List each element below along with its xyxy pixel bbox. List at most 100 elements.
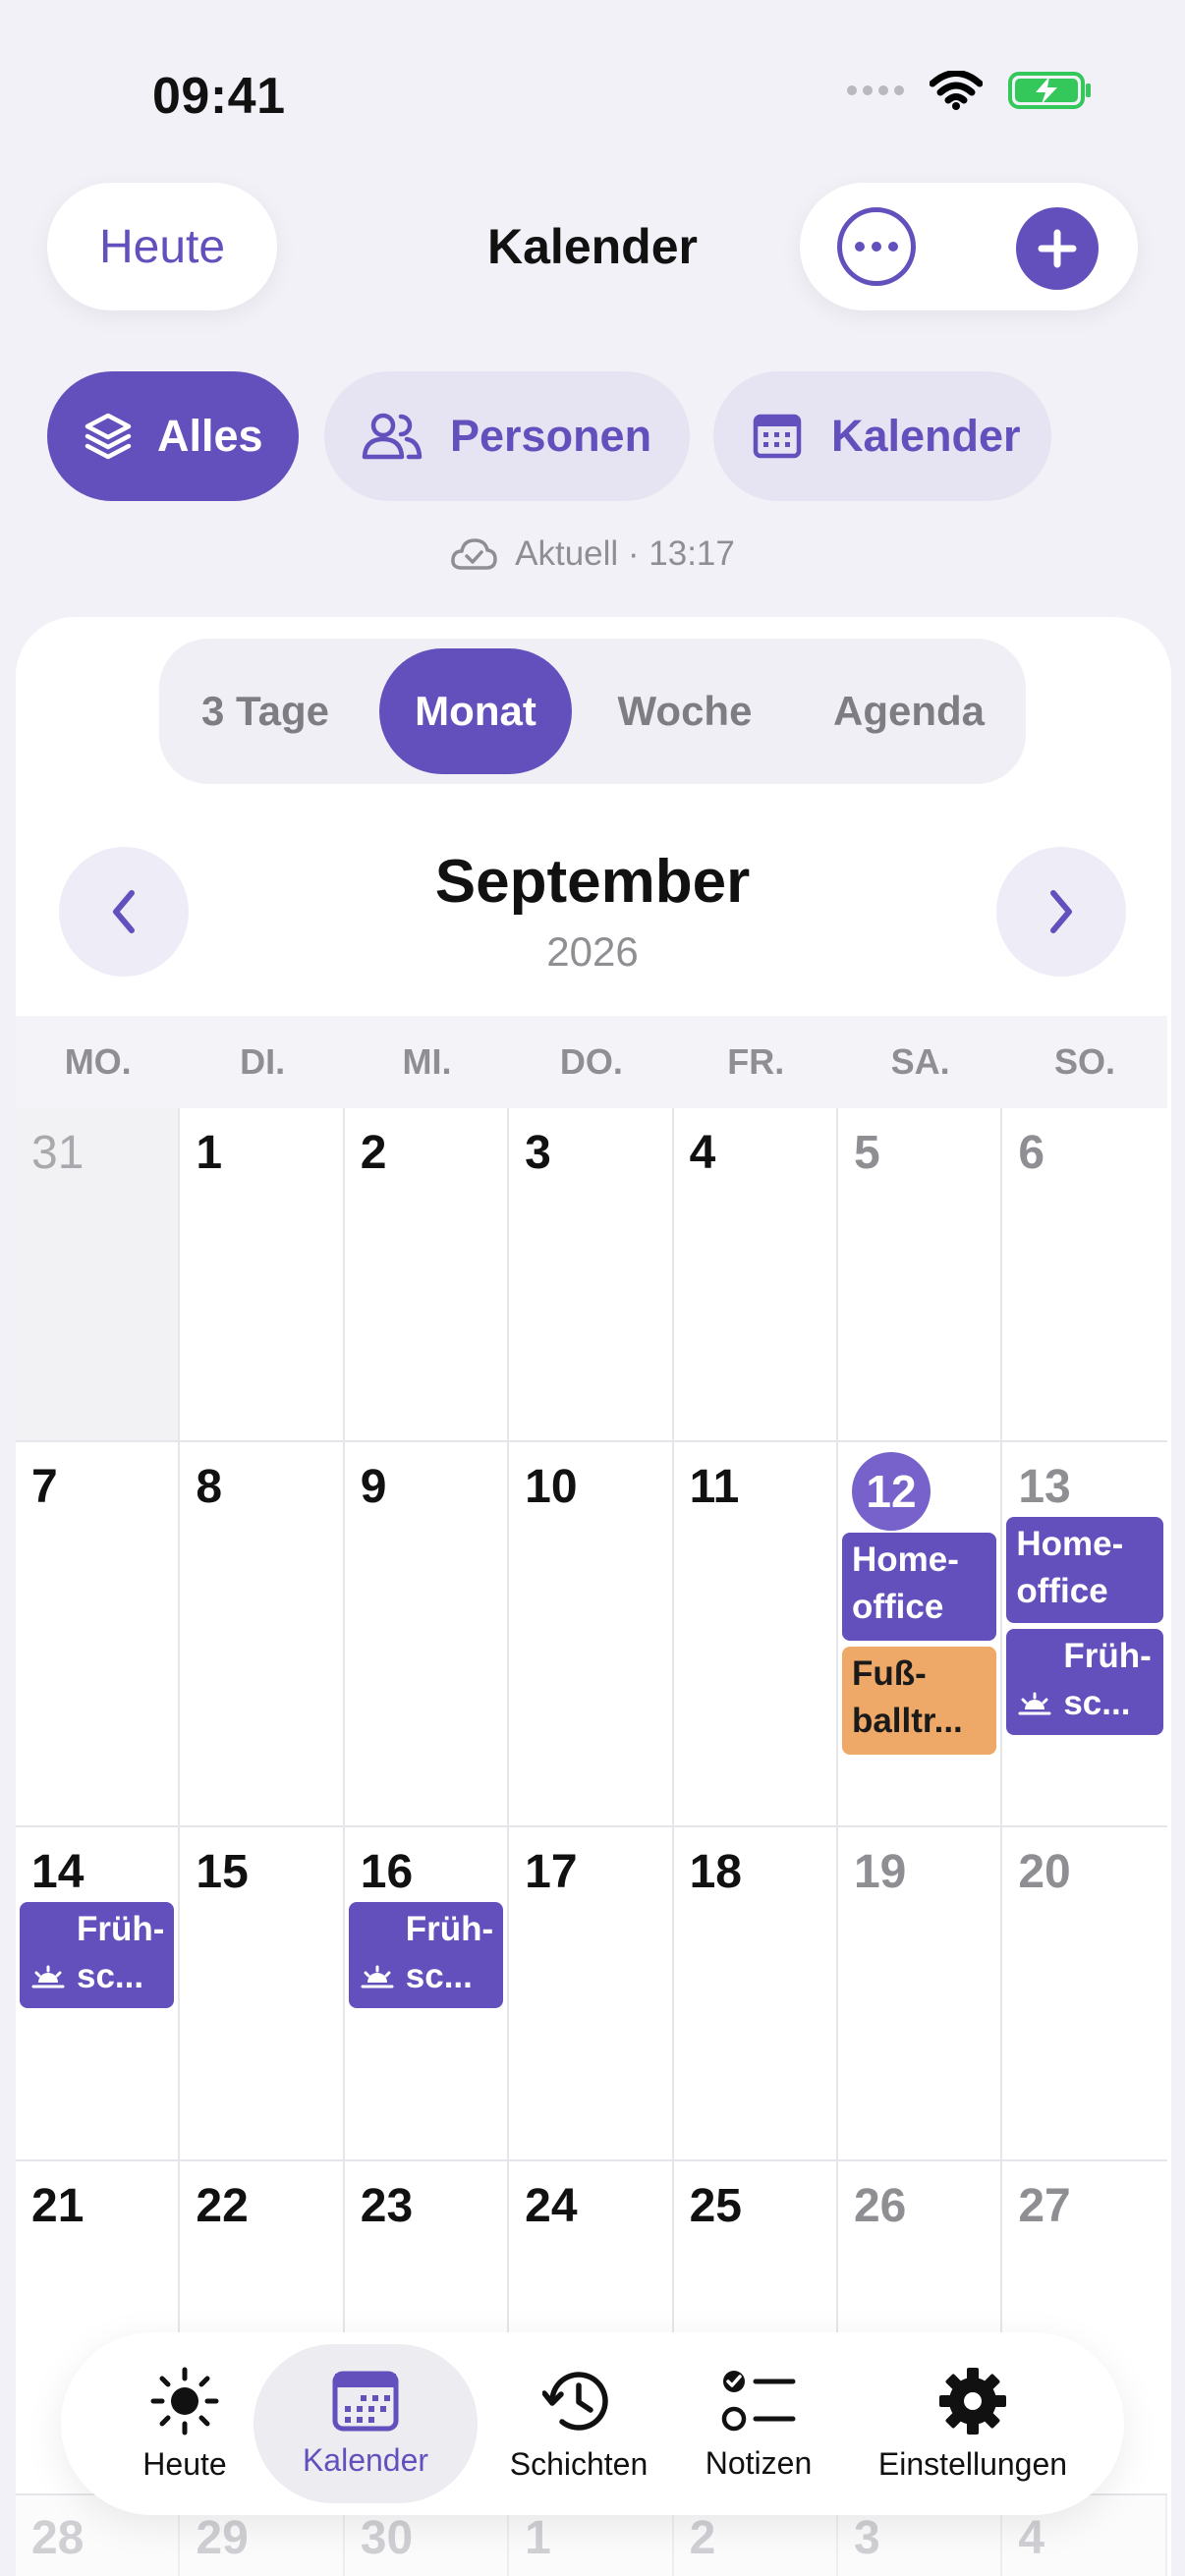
day-cell[interactable]: 13 Home- office Früh- sc...: [1002, 1442, 1167, 1825]
day-number: 4: [689, 1127, 716, 1179]
day-number: 22: [196, 2180, 249, 2232]
cloud-check-icon: [451, 538, 497, 570]
day-cell[interactable]: 8: [180, 1442, 345, 1825]
event-homeoffice[interactable]: Home- office: [1006, 1517, 1163, 1623]
sunrise-icon: [31, 1965, 65, 1988]
tab-notizen[interactable]: Notizen: [680, 2344, 837, 2503]
tab-bar: Heute Kalender Schichten Notizen Einstel…: [61, 2332, 1124, 2515]
day-cell[interactable]: 4: [673, 1108, 838, 1440]
day-number: 13: [1018, 1461, 1071, 1513]
tab-label: Kalender: [302, 2441, 429, 2478]
day-cell[interactable]: 5: [837, 1108, 1003, 1440]
sunrise-icon: [1018, 1692, 1051, 1715]
day-number: 18: [689, 1846, 742, 1898]
more-options-button[interactable]: [837, 207, 916, 286]
weekday-label: DI.: [240, 1041, 286, 1082]
day-number: 19: [853, 1846, 907, 1898]
day-number: 16: [360, 1846, 414, 1898]
view-mode-woche[interactable]: Woche: [580, 648, 790, 774]
checklist-icon: [721, 2370, 796, 2431]
day-cell[interactable]: 10: [509, 1442, 674, 1825]
day-number: 26: [853, 2180, 907, 2232]
day-number: 31: [31, 1127, 85, 1179]
tab-heute[interactable]: Heute: [116, 2344, 254, 2503]
chevron-right-icon: [1050, 890, 1072, 933]
day-number: 1: [196, 1127, 223, 1179]
day-number: 27: [1018, 2180, 1071, 2232]
day-cell[interactable]: 1: [180, 1108, 345, 1440]
week-row: 7 8 9 10 11 12 Home- office Fuß- balltr.…: [16, 1442, 1167, 1827]
header-actions: [800, 183, 1138, 310]
day-cell[interactable]: 9: [344, 1442, 510, 1825]
next-month-button[interactable]: [996, 847, 1126, 977]
today-day-number: 12: [851, 1452, 931, 1531]
event-homeoffice[interactable]: Home- office: [841, 1533, 997, 1641]
tab-label: Schichten: [509, 2445, 649, 2482]
day-number: 10: [525, 1461, 578, 1513]
filter-kalender[interactable]: Kalender: [713, 371, 1051, 501]
status-icons: [847, 71, 1093, 110]
event-title: Home- office: [851, 1540, 959, 1626]
day-number: 5: [853, 1127, 880, 1179]
calendar-icon: [753, 414, 802, 459]
day-number: 11: [689, 1461, 740, 1513]
day-cell[interactable]: 15: [180, 1827, 345, 2159]
day-cell[interactable]: 20: [1002, 1827, 1167, 2159]
event-fussball[interactable]: Fuß- balltr...: [841, 1647, 997, 1755]
filter-label: Personen: [450, 411, 652, 461]
calendar-icon: [332, 2371, 399, 2431]
event-title: Fuß- balltr...: [851, 1654, 963, 1740]
filter-personen[interactable]: Personen: [324, 371, 690, 501]
gear-icon: [939, 2367, 1006, 2435]
event-fruehschicht[interactable]: Früh- sc...: [348, 1902, 504, 2008]
weekday-label: MO.: [64, 1041, 132, 1082]
day-cell[interactable]: 18: [673, 1827, 838, 2159]
event-fruehschicht[interactable]: Früh- sc...: [1006, 1629, 1163, 1735]
tab-label: Einstellungen: [877, 2445, 1068, 2482]
sync-status: Aktuell · 13:17: [0, 534, 1185, 574]
day-cell[interactable]: 17: [509, 1827, 674, 2159]
weekday-label: MI.: [402, 1041, 452, 1082]
day-number: 15: [196, 1846, 249, 1898]
add-button[interactable]: [1016, 207, 1099, 290]
day-cell[interactable]: 16 Früh- sc...: [344, 1827, 510, 2159]
week-row: 14 Früh- sc... 15 16 Früh- sc... 17 18 1…: [16, 1827, 1167, 2161]
weekday-label: DO.: [559, 1041, 623, 1082]
filter-alles[interactable]: Alles: [47, 371, 299, 501]
week-row: 31 1 2 3 4 5 6: [16, 1108, 1167, 1442]
tab-label: Heute: [142, 2445, 227, 2482]
day-cell[interactable]: 7: [16, 1442, 181, 1825]
wifi-icon: [930, 71, 983, 110]
tab-label: Notizen: [705, 2444, 813, 2481]
tab-einstellungen[interactable]: Einstellungen: [855, 2344, 1091, 2503]
view-mode-agenda[interactable]: Agenda: [798, 648, 1020, 774]
signal-icon: [847, 85, 904, 95]
day-cell[interactable]: 6: [1002, 1108, 1167, 1440]
view-mode-3-tage[interactable]: 3 Tage: [159, 648, 371, 774]
battery-charging-icon: [1008, 72, 1091, 109]
filter-label: Kalender: [831, 411, 1021, 461]
tab-kalender[interactable]: Kalender: [254, 2344, 478, 2503]
day-cell[interactable]: 19: [837, 1827, 1003, 2159]
day-cell[interactable]: 2: [344, 1108, 510, 1440]
day-number: 9: [360, 1461, 387, 1513]
month-grid: 31 1 2 3 4 5 6 7 8 9 10 11 12 Home- offi…: [16, 1108, 1167, 2495]
day-cell[interactable]: 3: [509, 1108, 674, 1440]
tab-schichten[interactable]: Schichten: [481, 2344, 676, 2503]
sun-icon: [150, 2367, 219, 2435]
event-fruehschicht[interactable]: Früh- sc...: [20, 1902, 175, 2008]
day-number: 23: [360, 2180, 414, 2232]
day-number: 6: [1018, 1127, 1045, 1179]
day-cell[interactable]: 11: [673, 1442, 838, 1825]
day-cell-today[interactable]: 12 Home- office Fuß- balltr...: [837, 1442, 1003, 1825]
day-number: 20: [1018, 1846, 1071, 1898]
view-mode-monat[interactable]: Monat: [379, 648, 572, 774]
clock-history-icon: [542, 2371, 608, 2431]
people-icon: [362, 413, 423, 460]
view-mode-control: 3 Tage Monat Woche Agenda: [159, 639, 1026, 784]
day-number: 24: [525, 2180, 578, 2232]
day-number: 2: [360, 1127, 387, 1179]
layers-icon: [85, 413, 132, 460]
day-cell[interactable]: 31: [16, 1108, 181, 1440]
day-cell[interactable]: 14 Früh- sc...: [16, 1827, 181, 2159]
